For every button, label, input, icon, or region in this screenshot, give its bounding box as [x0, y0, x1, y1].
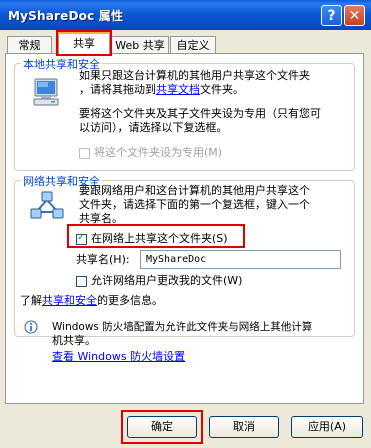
local-desc-line2-pre: ，请将其拖动到 — [79, 83, 156, 96]
tab-panel: 本地共享和安全 如果只跟这台计算机的其他用户共享这个文件夹 ，请将其拖动到共享文… — [5, 53, 364, 404]
network-desc-line2: 文件夹，请选择下面的第一个复选框，键入一个 — [79, 198, 310, 211]
share-name-label: 共享名(H): — [76, 253, 130, 266]
sharing-security-link[interactable]: 共享和安全 — [42, 294, 97, 307]
share-name-input[interactable]: MyShareDoc — [140, 250, 341, 269]
learn-more-pre: 了解 — [20, 294, 42, 307]
apply-button[interactable]: 应用(A) — [291, 416, 363, 438]
share-on-network-label: 在网络上共享这个文件夹(S) — [91, 232, 228, 245]
tab-sharing[interactable]: 共享 — [56, 30, 112, 56]
allow-change-label: 允许网络用户更改我的文件(W) — [91, 274, 243, 287]
share-on-network-checkbox[interactable] — [76, 232, 87, 245]
network-desc-line1: 要跟网络用户和这台计算机的其他用户共享这个 — [79, 184, 310, 197]
learn-more-post: 的更多信息。 — [97, 294, 163, 307]
computer-icon — [33, 78, 59, 106]
firewall-line1: Windows 防火墙配置为允许此文件夹与网络上其他计算 — [52, 321, 313, 333]
make-private-label: 将这个文件夹设为专用(M) — [94, 146, 223, 159]
local-desc-line2: ，请将其拖动到共享文档文件夹。 — [79, 83, 244, 97]
firewall-line2: 机共享。 — [52, 334, 96, 347]
local-desc-line3: 要将这个文件夹及其子文件夹设为专用（只有您可 — [79, 107, 321, 120]
properties-dialog: MyShareDoc 属性 ? ✕ 常规 共享 Web 共享 自定义 本地共享和… — [0, 0, 371, 448]
learn-more-text: 了解共享和安全的更多信息。 — [20, 294, 163, 308]
close-button[interactable]: ✕ — [344, 5, 365, 26]
tab-web-sharing[interactable]: Web 共享 — [111, 36, 169, 53]
local-desc-line1: 如果只跟这台计算机的其他用户共享这个文件夹 — [79, 69, 310, 82]
network-icon — [30, 191, 64, 219]
shared-documents-link[interactable]: 共享文档 — [156, 83, 200, 96]
title-bar[interactable]: MyShareDoc 属性 ? ✕ — [0, 0, 371, 30]
tab-general[interactable]: 常规 — [7, 36, 52, 53]
firewall-settings-link[interactable]: 查看 Windows 防火墙设置 — [52, 350, 185, 364]
help-button[interactable]: ? — [321, 5, 342, 26]
local-desc-line4: 以访问），请选择以下复选框。 — [79, 121, 228, 134]
window-title: MyShareDoc 属性 — [8, 9, 124, 23]
tab-customize[interactable]: 自定义 — [170, 36, 216, 53]
local-desc-line2-post: 文件夹。 — [200, 83, 244, 96]
make-private-checkbox[interactable] — [79, 148, 90, 159]
ok-button[interactable]: 确定 — [127, 416, 197, 438]
cancel-button[interactable]: 取消 — [209, 416, 279, 438]
allow-change-checkbox[interactable] — [76, 276, 87, 287]
info-icon — [24, 320, 38, 334]
network-desc-line3: 共享名。 — [79, 212, 123, 225]
